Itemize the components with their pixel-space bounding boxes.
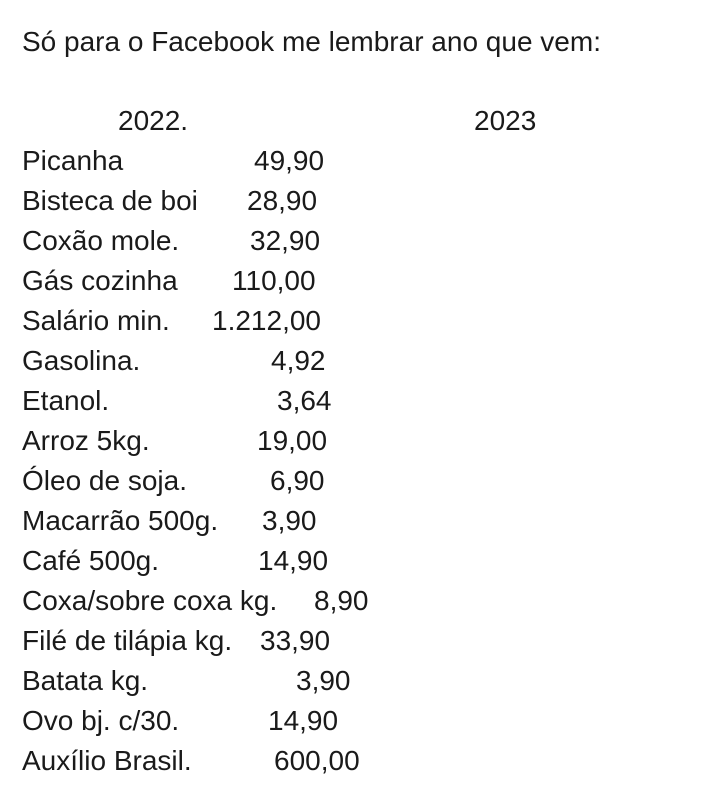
item-name: Batata kg.	[22, 665, 149, 696]
post-title: Só para o Facebook me lembrar ano que ve…	[22, 26, 601, 57]
price-list: Picanha 49,90 Bisteca de boi 28,90 Coxão…	[22, 143, 702, 783]
item-name: Ovo bj. c/30.	[22, 705, 180, 736]
item-name: Óleo de soja.	[22, 465, 187, 496]
price-row: Coxa/sobre coxa kg. 8,90	[22, 583, 702, 623]
item-name: Auxílio Brasil.	[22, 745, 192, 776]
item-price: 4,92	[271, 345, 326, 376]
item-price: 1.212,00	[212, 305, 321, 336]
item-price: 33,90	[260, 625, 331, 656]
year-2023-header: 2023	[474, 105, 537, 136]
item-name: Coxa/sobre coxa kg.	[22, 585, 278, 616]
price-row: Gás cozinha 110,00	[22, 263, 702, 303]
item-price: 110,00	[232, 265, 316, 296]
item-price: 8,90	[314, 585, 369, 616]
item-price: 600,00	[274, 745, 360, 776]
item-price: 14,90	[268, 705, 339, 736]
post-text-page: Só para o Facebook me lembrar ano que ve…	[0, 0, 720, 788]
item-name: Salário min.	[22, 305, 170, 336]
item-name: Filé de tilápia kg.	[22, 625, 233, 656]
price-row: Óleo de soja. 6,90	[22, 463, 702, 503]
item-name: Arroz 5kg.	[22, 425, 150, 456]
item-name: Gás cozinha	[22, 265, 178, 296]
price-row: Café 500g. 14,90	[22, 543, 702, 583]
item-name: Etanol.	[22, 385, 110, 416]
item-name: Bisteca de boi	[22, 185, 198, 216]
price-row: Bisteca de boi 28,90	[22, 183, 702, 223]
price-row: Etanol. 3,64	[22, 383, 702, 423]
price-row: Salário min. 1.212,00	[22, 303, 702, 343]
item-price: 49,90	[254, 145, 325, 176]
price-row: Macarrão 500g. 3,90	[22, 503, 702, 543]
item-name: Picanha	[22, 145, 124, 176]
item-price: 28,90	[247, 185, 318, 216]
price-row: Auxílio Brasil. 600,00	[22, 743, 702, 783]
price-row: Arroz 5kg. 19,00	[22, 423, 702, 463]
price-row: Gasolina. 4,92	[22, 343, 702, 383]
item-price: 14,90	[258, 545, 329, 576]
item-name: Coxão mole.	[22, 225, 180, 256]
item-price: 3,64	[277, 385, 332, 416]
item-price: 32,90	[250, 225, 321, 256]
item-name: Macarrão 500g.	[22, 505, 219, 536]
price-row: Filé de tilápia kg. 33,90	[22, 623, 702, 663]
year-2022-header: 2022.	[118, 105, 189, 136]
item-price: 3,90	[262, 505, 317, 536]
item-price: 6,90	[270, 465, 325, 496]
item-price: 3,90	[296, 665, 351, 696]
price-row: Picanha 49,90	[22, 143, 702, 183]
item-name: Café 500g.	[22, 545, 159, 576]
price-row: Batata kg. 3,90	[22, 663, 702, 703]
price-row: Ovo bj. c/30. 14,90	[22, 703, 702, 743]
price-row: Coxão mole. 32,90	[22, 223, 702, 263]
item-name: Gasolina.	[22, 345, 141, 376]
item-price: 19,00	[257, 425, 328, 456]
